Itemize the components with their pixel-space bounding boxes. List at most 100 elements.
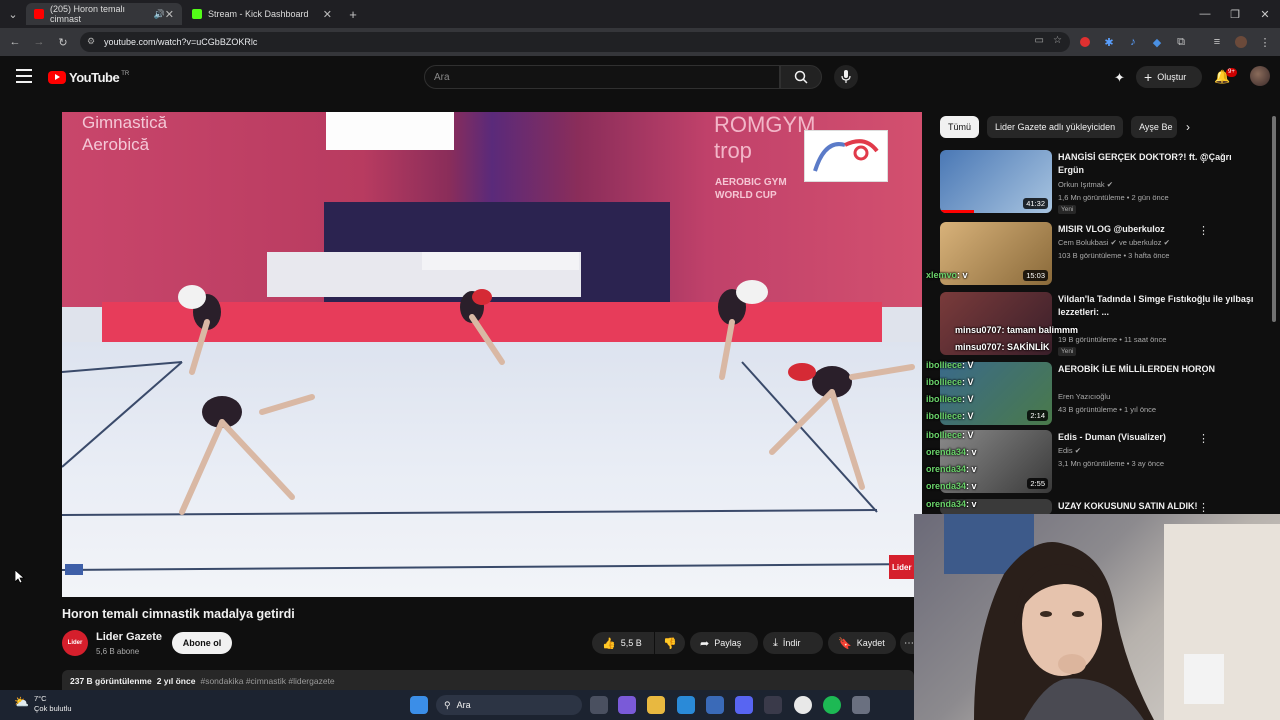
address-bar[interactable]: ⚙ youtube.com/watch?v=uCGbBZOKRlc ▭ ☆ <box>80 32 1070 52</box>
spotify-icon[interactable] <box>823 696 841 714</box>
copilot-icon[interactable] <box>618 696 636 714</box>
taskbar-search[interactable]: ⚲ Ara <box>436 695 582 715</box>
plus-icon: + <box>1144 69 1153 85</box>
extension-audio-icon[interactable]: ♪ <box>1124 28 1142 56</box>
back-icon[interactable]: ← <box>6 28 24 56</box>
tab-kick[interactable]: Stream - Kick Dashboard ✕ <box>184 3 340 25</box>
recommendation-title[interactable]: MISIR VLOG @uberkuloz <box>1058 223 1258 236</box>
site-info-icon[interactable]: ⚙ <box>87 36 95 47</box>
recommendation-item[interactable]: 15:03 MISIR VLOG @uberkuloz Cem Bolukbas… <box>940 222 1270 286</box>
subscribe-button[interactable]: Abone ol <box>172 632 232 654</box>
account-avatar[interactable] <box>1250 66 1270 86</box>
video-thumbnail[interactable]: 41:32 <box>940 150 1052 213</box>
more-options-icon[interactable]: ⋮ <box>1198 224 1209 237</box>
search-button[interactable] <box>780 65 822 89</box>
more-options-icon[interactable]: ⋮ <box>1198 152 1209 165</box>
chip-all[interactable]: Tümü <box>940 116 980 138</box>
edge-icon[interactable] <box>677 696 695 714</box>
tab-search-icon[interactable]: ⌄ <box>4 0 22 28</box>
recommendation-title[interactable]: AEROBİK İLE MİLLİLERDEN HORON <box>1058 363 1258 376</box>
discord-icon[interactable] <box>735 696 753 714</box>
hashtags[interactable]: #sondakika #cimnastik #lidergazete <box>200 676 334 686</box>
search-icon: ⚲ <box>444 699 451 710</box>
extension-red-icon[interactable] <box>1076 28 1094 56</box>
webcam-person-figure <box>944 514 1280 720</box>
more-actions-button[interactable]: ⋯ <box>900 632 914 654</box>
share-button[interactable]: ➦ Paylaş <box>690 632 758 654</box>
forward-icon[interactable]: → <box>30 28 48 56</box>
taskbar-search-label: Ara <box>456 700 471 710</box>
chrome-icon[interactable] <box>794 696 812 714</box>
like-button[interactable]: 👍 5,5 B <box>592 632 654 654</box>
recommendation-item[interactable]: UZAY KOKUSUNU SATIN ALDIK! ⋮ <box>940 499 1270 515</box>
hamburger-menu-icon[interactable] <box>16 69 32 83</box>
recommendation-title[interactable]: UZAY KOKUSUNU SATIN ALDIK! <box>1058 500 1258 513</box>
more-options-icon[interactable]: ⋮ <box>1198 294 1209 307</box>
dislike-button[interactable]: 👎 <box>655 632 685 654</box>
download-label: İndir <box>782 638 801 648</box>
channel-name[interactable]: Lider Gazete <box>96 631 162 643</box>
recommendation-channel[interactable]: Cem Bolukbasi ✔ ve uberkuloz ✔ <box>1058 238 1170 247</box>
store-icon[interactable] <box>706 696 724 714</box>
recommendation-title[interactable]: Vildan'la Tadında l Simge Fıstıkoğlu ile… <box>1058 293 1258 319</box>
weather-desc[interactable]: Çok bulutlu <box>34 704 72 713</box>
profile-icon[interactable] <box>1232 28 1250 56</box>
extensions-puzzle-icon[interactable]: ⧉ <box>1172 28 1190 56</box>
more-icon: ⋯ <box>904 637 914 649</box>
recommendation-title[interactable]: Edis - Duman (Visualizer) <box>1058 431 1258 444</box>
tab-youtube[interactable]: (205) Horon temalı cimnast 🔊 ✕ <box>26 3 182 25</box>
youtube-logo[interactable]: YouTube TR <box>48 70 129 85</box>
more-options-icon[interactable]: ⋮ <box>1198 501 1209 514</box>
channel-avatar[interactable]: Lider <box>62 630 88 656</box>
duration-badge: 2:14 <box>1027 410 1048 421</box>
bookmark-icon: 🔖 <box>838 637 852 650</box>
cast-icon[interactable]: ▭ <box>1035 35 1044 46</box>
chips-next-arrow-icon[interactable]: › <box>1186 120 1190 134</box>
chat-message: ibolliece: V <box>926 430 974 440</box>
recommendation-item[interactable]: 2:55 Edis - Duman (Visualizer) Edis ✔ 3,… <box>940 430 1270 494</box>
save-button[interactable]: 🔖 Kaydet <box>828 632 896 654</box>
recommendation-item[interactable]: 41:32 HANGİSİ GERÇEK DOKTOR?! ft. @Çağrı… <box>940 150 1270 214</box>
close-tab-icon[interactable]: ✕ <box>323 8 332 21</box>
kick-extension-icon[interactable]: ✦ <box>1114 70 1125 86</box>
obs-icon[interactable] <box>764 696 782 714</box>
weather-temp[interactable]: 7°C <box>34 694 47 703</box>
recommendation-meta: 19 B görüntüleme • 11 saat önce <box>1058 335 1167 344</box>
more-options-icon[interactable]: ⋮ <box>1198 432 1209 445</box>
create-button[interactable]: + Oluştur <box>1136 66 1202 88</box>
weather-icon[interactable]: ⛅ <box>14 695 29 709</box>
settings-icon[interactable] <box>852 696 870 714</box>
chat-message: ibolliece: V <box>926 360 974 370</box>
browser-menu-icon[interactable]: ⋮ <box>1256 28 1274 56</box>
new-tab-button[interactable]: + <box>344 0 362 28</box>
share-arrow-icon: ➦ <box>700 637 710 650</box>
recommendation-channel[interactable]: Edis ✔ <box>1058 446 1081 455</box>
recommendation-item[interactable]: 2:14 AEROBİK İLE MİLLİLERDEN HORON Eren … <box>940 362 1270 426</box>
video-player[interactable]: Gimnastică Aerobică ROMGYM trop AEROBIC … <box>62 112 922 597</box>
speaker-icon[interactable]: 🔊 <box>154 9 165 20</box>
close-window-icon[interactable]: ✕ <box>1256 0 1274 28</box>
media-controls-icon[interactable]: ≡ <box>1208 28 1226 56</box>
description-box[interactable]: 237 B görüntülenme 2 yıl önce #sondakika… <box>62 670 914 692</box>
extension-shield-icon[interactable]: ◆ <box>1148 28 1166 56</box>
reload-icon[interactable]: ↻ <box>54 28 72 56</box>
task-view-icon[interactable] <box>590 696 608 714</box>
restore-icon[interactable]: ❐ <box>1226 0 1244 28</box>
chip-related[interactable]: Ayşe Be <box>1131 116 1178 138</box>
voice-search-button[interactable] <box>834 65 858 89</box>
thumbs-down-icon: 👎 <box>663 637 677 650</box>
close-tab-icon[interactable]: ✕ <box>165 8 174 21</box>
windows-start-icon[interactable] <box>410 696 428 714</box>
extension-translate-icon[interactable]: ✱ <box>1100 28 1118 56</box>
minimize-icon[interactable]: — <box>1196 0 1214 28</box>
recommendation-channel[interactable]: Eren Yazıcıoğlu <box>1058 392 1110 401</box>
file-explorer-icon[interactable] <box>647 696 665 714</box>
bookmark-star-icon[interactable]: ☆ <box>1053 35 1062 46</box>
search-input[interactable]: Ara <box>424 65 780 89</box>
recommendation-title[interactable]: HANGİSİ GERÇEK DOKTOR?! ft. @Çağrı Ergün <box>1058 151 1258 177</box>
more-options-icon[interactable]: ⋮ <box>1198 364 1209 377</box>
recommendation-channel[interactable]: Orkun Işıtmak ✔ <box>1058 180 1113 189</box>
sidebar-scrollbar[interactable] <box>1272 116 1276 322</box>
download-button[interactable]: ⤓ İndir <box>763 632 823 654</box>
chip-from-uploader[interactable]: Lider Gazete adlı yükleyiciden <box>987 116 1124 138</box>
